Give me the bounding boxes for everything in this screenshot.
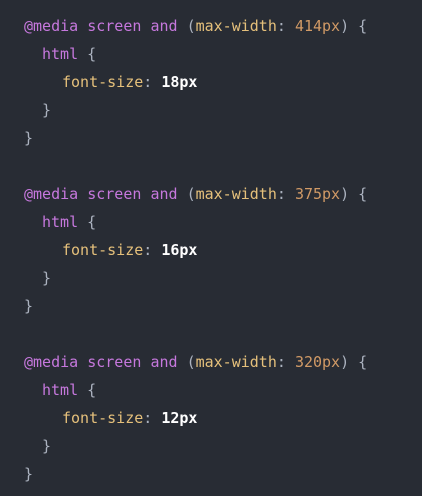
- at-rule-keyword: @media: [24, 353, 79, 371]
- code-line-inner-close: }: [24, 432, 422, 460]
- code-line-selector: html {: [24, 40, 422, 68]
- code-line-inner-close: }: [24, 264, 422, 292]
- media-value: 375px: [294, 185, 341, 203]
- media-feature: max-width: [195, 353, 277, 371]
- media-query-block: @media screen and (max-width: 320px) { h…: [24, 348, 422, 488]
- code-line-declaration: font-size: 12px: [24, 404, 422, 432]
- feature-colon: :: [276, 185, 286, 203]
- code-line-selector: html {: [24, 376, 422, 404]
- css-property: font-size: [62, 409, 144, 427]
- property-value: 18px: [161, 73, 198, 91]
- media-feature: max-width: [195, 17, 277, 35]
- and-keyword: and: [150, 185, 178, 203]
- property-colon: :: [143, 73, 153, 91]
- at-rule-keyword: @media: [24, 185, 79, 203]
- code-line-media: @media screen and (max-width: 375px) {: [24, 180, 422, 208]
- property-value: 12px: [161, 409, 198, 427]
- selector-brace: {: [78, 45, 97, 63]
- media-query-block: @media screen and (max-width: 375px) { h…: [24, 180, 422, 320]
- code-editor[interactable]: @media screen and (max-width: 414px) { h…: [0, 0, 422, 496]
- and-keyword: and: [150, 17, 178, 35]
- selector-brace: {: [78, 213, 97, 231]
- outer-close-brace: }: [24, 297, 34, 315]
- code-line-declaration: font-size: 16px: [24, 236, 422, 264]
- selector: html: [42, 213, 79, 231]
- property-colon: :: [143, 241, 153, 259]
- close-paren-brace: ) {: [340, 185, 368, 203]
- feature-colon: :: [276, 353, 286, 371]
- inner-close-brace: }: [42, 101, 52, 119]
- media-type: screen: [87, 185, 142, 203]
- media-type: screen: [87, 353, 142, 371]
- code-line-media: @media screen and (max-width: 320px) {: [24, 348, 422, 376]
- open-paren: (: [186, 17, 196, 35]
- media-value: 414px: [294, 17, 341, 35]
- open-paren: (: [186, 353, 196, 371]
- code-line-media: @media screen and (max-width: 414px) {: [24, 12, 422, 40]
- code-line-outer-close: }: [24, 460, 422, 488]
- outer-close-brace: }: [24, 465, 34, 483]
- css-property: font-size: [62, 73, 144, 91]
- close-paren-brace: ) {: [340, 17, 368, 35]
- media-query-block: @media screen and (max-width: 414px) { h…: [24, 12, 422, 152]
- media-value: 320px: [294, 353, 341, 371]
- media-feature: max-width: [195, 185, 277, 203]
- outer-close-brace: }: [24, 129, 34, 147]
- and-keyword: and: [150, 353, 178, 371]
- feature-colon: :: [276, 17, 286, 35]
- inner-close-brace: }: [42, 437, 52, 455]
- close-paren-brace: ) {: [340, 353, 368, 371]
- open-paren: (: [186, 185, 196, 203]
- property-colon: :: [143, 409, 153, 427]
- selector-brace: {: [78, 381, 97, 399]
- inner-close-brace: }: [42, 269, 52, 287]
- code-line-outer-close: }: [24, 292, 422, 320]
- code-line-selector: html {: [24, 208, 422, 236]
- selector: html: [42, 381, 79, 399]
- code-line-declaration: font-size: 18px: [24, 68, 422, 96]
- code-line-outer-close: }: [24, 124, 422, 152]
- code-line-inner-close: }: [24, 96, 422, 124]
- media-type: screen: [87, 17, 142, 35]
- selector: html: [42, 45, 79, 63]
- css-property: font-size: [62, 241, 144, 259]
- at-rule-keyword: @media: [24, 17, 79, 35]
- property-value: 16px: [161, 241, 198, 259]
